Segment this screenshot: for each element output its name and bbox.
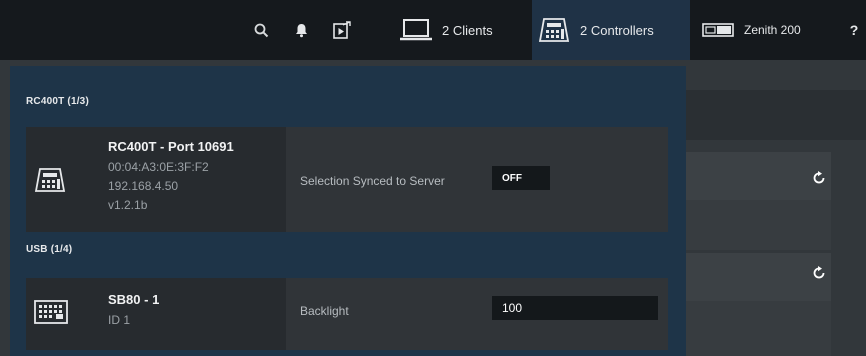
top-bar: 2 Clients 2 Controllers Zenith 200 ? bbox=[0, 0, 866, 60]
background-row bbox=[686, 152, 831, 200]
controller-icon bbox=[538, 18, 570, 42]
device-card-rc400t[interactable]: RC400T - Port 10691 00:04:A3:0E:3F:F2 19… bbox=[26, 127, 286, 232]
property-card-backlight: Backlight 100 bbox=[286, 278, 668, 350]
controllers-dropdown-panel: RC400T (1/3) RC400T - Port 10691 00:04:A… bbox=[10, 66, 686, 356]
property-label: Backlight bbox=[300, 304, 349, 318]
section-label-usb: USB (1/4) bbox=[26, 244, 73, 255]
device-label: Zenith 200 bbox=[744, 23, 801, 37]
device-id: ID 1 bbox=[108, 313, 131, 327]
section-label-rc400t: RC400T (1/3) bbox=[26, 96, 89, 107]
search-button[interactable] bbox=[250, 0, 272, 60]
property-label: Selection Synced to Server bbox=[300, 174, 445, 188]
device-ip: 192.168.4.50 bbox=[108, 179, 179, 193]
property-card-selection-synced: Selection Synced to Server OFF bbox=[286, 127, 668, 232]
background-row bbox=[686, 200, 831, 250]
console-device-icon bbox=[702, 23, 734, 37]
clients-button[interactable]: 2 Clients bbox=[392, 0, 516, 60]
backlight-input[interactable]: 100 bbox=[492, 296, 658, 320]
device-version: v1.2.1b bbox=[108, 198, 148, 212]
device-mac: 00:04:A3:0E:3F:F2 bbox=[108, 160, 209, 174]
search-icon bbox=[254, 23, 268, 37]
controllers-tab[interactable]: 2 Controllers bbox=[532, 0, 690, 60]
bell-icon bbox=[295, 23, 307, 37]
background-header bbox=[686, 90, 866, 140]
background-row bbox=[686, 301, 831, 356]
help-button[interactable]: ? bbox=[846, 0, 862, 60]
device-card-sb80[interactable]: SB80 - 1 ID 1 bbox=[26, 278, 286, 350]
keypad-icon bbox=[34, 300, 68, 324]
reset-icon[interactable] bbox=[812, 171, 826, 185]
media-file-icon bbox=[333, 21, 351, 39]
notifications-button[interactable] bbox=[292, 0, 310, 60]
reset-icon[interactable] bbox=[812, 266, 826, 280]
controller-icon bbox=[34, 168, 66, 192]
device-name: RC400T - Port 10691 bbox=[108, 139, 234, 154]
help-icon: ? bbox=[849, 22, 859, 38]
controllers-label: 2 Controllers bbox=[580, 22, 654, 38]
device-button[interactable]: Zenith 200 bbox=[700, 0, 832, 60]
clients-label: 2 Clients bbox=[442, 22, 493, 38]
background-row bbox=[686, 253, 831, 301]
device-name: SB80 - 1 bbox=[108, 292, 160, 307]
selection-synced-toggle[interactable]: OFF bbox=[492, 166, 550, 190]
laptop-icon bbox=[400, 19, 432, 41]
media-button[interactable] bbox=[330, 0, 354, 60]
